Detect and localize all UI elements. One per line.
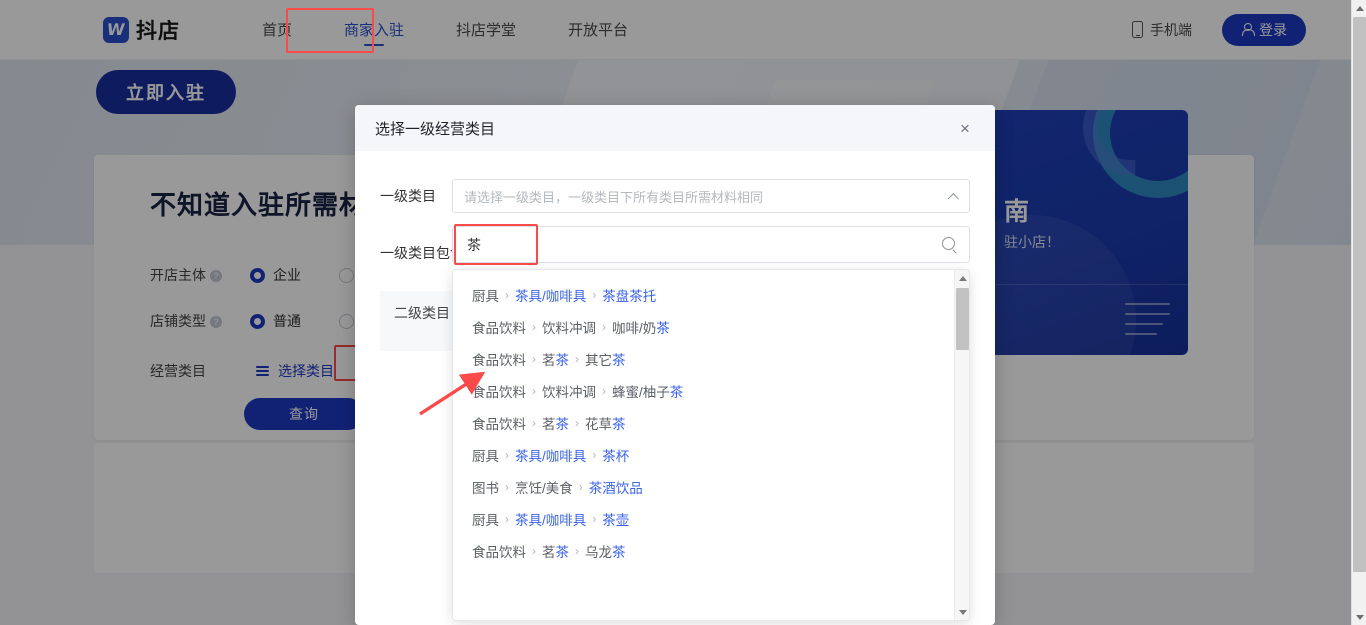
breadcrumb-separator: ›: [532, 352, 536, 366]
category-segment: 食品饮料: [472, 317, 526, 337]
category-search-dropdown: 厨具›茶具/咖啡具›茶盘茶托食品饮料›饮料冲调›咖啡/奶茶食品饮料›茗茶›其它茶…: [452, 226, 970, 621]
category-segment: 茶盘茶托: [602, 285, 656, 305]
category-segment: 饮料冲调: [542, 317, 596, 337]
breadcrumb-separator: ›: [505, 480, 509, 494]
category-segment: 茶壶: [602, 509, 629, 529]
dropdown-scrollbar-thumb[interactable]: [956, 288, 969, 350]
category-segment: 咖啡/奶茶: [612, 317, 670, 337]
search-result-item[interactable]: 食品饮料 › 茗茶 › 花草茶: [453, 407, 953, 439]
match-highlight: 茶: [670, 385, 684, 400]
breadcrumb-separator: ›: [505, 512, 509, 526]
match-highlight: 茶: [556, 353, 570, 368]
match-highlight: 茶: [656, 321, 670, 336]
dialog-header: 选择一级经营类目 ×: [355, 105, 995, 151]
breadcrumb-separator: ›: [592, 288, 596, 302]
category-segment: 茶酒饮品: [589, 477, 643, 497]
breadcrumb-separator: ›: [505, 288, 509, 302]
category-segment: 烹饪/美食: [515, 477, 573, 497]
scroll-up-arrow-icon[interactable]: [955, 270, 970, 286]
breadcrumb-separator: ›: [575, 352, 579, 366]
close-icon[interactable]: ×: [955, 118, 975, 138]
category-segment: 乌龙茶: [585, 541, 626, 561]
breadcrumb-separator: ›: [532, 384, 536, 398]
match-highlight: 茶: [612, 417, 626, 432]
screen-root: W 抖店 首页 商家入驻 抖店学堂 开放平台 手机端 登录: [0, 0, 1366, 625]
match-highlight: 茶: [556, 417, 570, 432]
chevron-up-icon: [948, 193, 959, 204]
search-result-item[interactable]: 食品饮料 › 茗茶 › 其它茶: [453, 343, 953, 375]
category-segment: 厨具: [472, 285, 499, 305]
category-segment: 食品饮料: [472, 349, 526, 369]
search-result-item[interactable]: 食品饮料 › 茗茶 › 乌龙茶: [453, 535, 953, 567]
search-input[interactable]: [465, 236, 942, 254]
breadcrumb-separator: ›: [575, 544, 579, 558]
category-segment: 其它茶: [585, 349, 626, 369]
category-segment: 茗茶: [542, 541, 569, 561]
category-segment: 厨具: [472, 445, 499, 465]
category-segment: 食品饮料: [472, 381, 526, 401]
search-result-item[interactable]: 厨具 › 茶具/咖啡具 › 茶盘茶托: [453, 279, 953, 311]
category-segment: 茶具/咖啡具: [515, 509, 586, 529]
match-highlight: 茶: [612, 353, 626, 368]
category-segment: 茗茶: [542, 413, 569, 433]
category-segment: 图书: [472, 477, 499, 497]
search-result-item[interactable]: 图书 › 烹饪/美食 › 茶酒饮品: [453, 471, 953, 503]
level1-label: 一级类目: [380, 186, 452, 206]
page-scrollbar-thumb[interactable]: [1353, 17, 1366, 572]
category-segment: 食品饮料: [472, 413, 526, 433]
category-search-field[interactable]: [452, 226, 970, 263]
category-segment: 茗茶: [542, 349, 569, 369]
breadcrumb-separator: ›: [592, 448, 596, 462]
breadcrumb-separator: ›: [575, 416, 579, 430]
dropdown-scrollbar[interactable]: [954, 270, 969, 620]
breadcrumb-separator: ›: [532, 544, 536, 558]
breadcrumb-separator: ›: [532, 416, 536, 430]
page-scroll-down-arrow-icon[interactable]: [1352, 609, 1366, 625]
search-result-item[interactable]: 厨具 › 茶具/咖啡具 › 茶杯: [453, 439, 953, 471]
category-segment: 食品饮料: [472, 541, 526, 561]
search-icon[interactable]: [942, 237, 957, 252]
dialog-title: 选择一级经营类目: [375, 118, 495, 139]
breadcrumb-separator: ›: [602, 384, 606, 398]
category-segment: 花草茶: [585, 413, 626, 433]
breadcrumb-separator: ›: [602, 320, 606, 334]
page-scrollbar[interactable]: [1351, 0, 1366, 625]
page-scroll-up-arrow-icon[interactable]: [1352, 0, 1366, 16]
level1-field-row: 一级类目 请选择一级类目，一级类目下所有类目所需材料相同: [380, 179, 970, 213]
category-segment: 饮料冲调: [542, 381, 596, 401]
search-result-item[interactable]: 食品饮料 › 饮料冲调 › 蜂蜜/柚子茶: [453, 375, 953, 407]
search-results-list: 厨具›茶具/咖啡具›茶盘茶托食品饮料›饮料冲调›咖啡/奶茶食品饮料›茗茶›其它茶…: [453, 270, 953, 620]
category-segment: 茶具/咖啡具: [515, 445, 586, 465]
breadcrumb-separator: ›: [579, 480, 583, 494]
category-segment: 蜂蜜/柚子茶: [612, 381, 683, 401]
breadcrumb-separator: ›: [532, 320, 536, 334]
category-segment: 厨具: [472, 509, 499, 529]
search-result-item[interactable]: 食品饮料 › 饮料冲调 › 咖啡/奶茶: [453, 311, 953, 343]
level1-placeholder: 请选择一级类目，一级类目下所有类目所需材料相同: [464, 187, 763, 206]
match-highlight: 茶: [612, 545, 626, 560]
breadcrumb-separator: ›: [505, 448, 509, 462]
scroll-down-arrow-icon[interactable]: [955, 604, 970, 620]
category-segment: 茶杯: [602, 445, 629, 465]
category-segment: 茶具/咖啡具: [515, 285, 586, 305]
level1-select[interactable]: 请选择一级类目，一级类目下所有类目所需材料相同: [452, 179, 970, 213]
search-result-item[interactable]: 厨具 › 茶具/咖啡具 › 茶壶: [453, 503, 953, 535]
search-results-panel: 厨具›茶具/咖啡具›茶盘茶托食品饮料›饮料冲调›咖啡/奶茶食品饮料›茗茶›其它茶…: [452, 269, 970, 621]
match-highlight: 茶: [556, 545, 570, 560]
breadcrumb-separator: ›: [592, 512, 596, 526]
level2-label: 二级类目: [394, 305, 450, 321]
